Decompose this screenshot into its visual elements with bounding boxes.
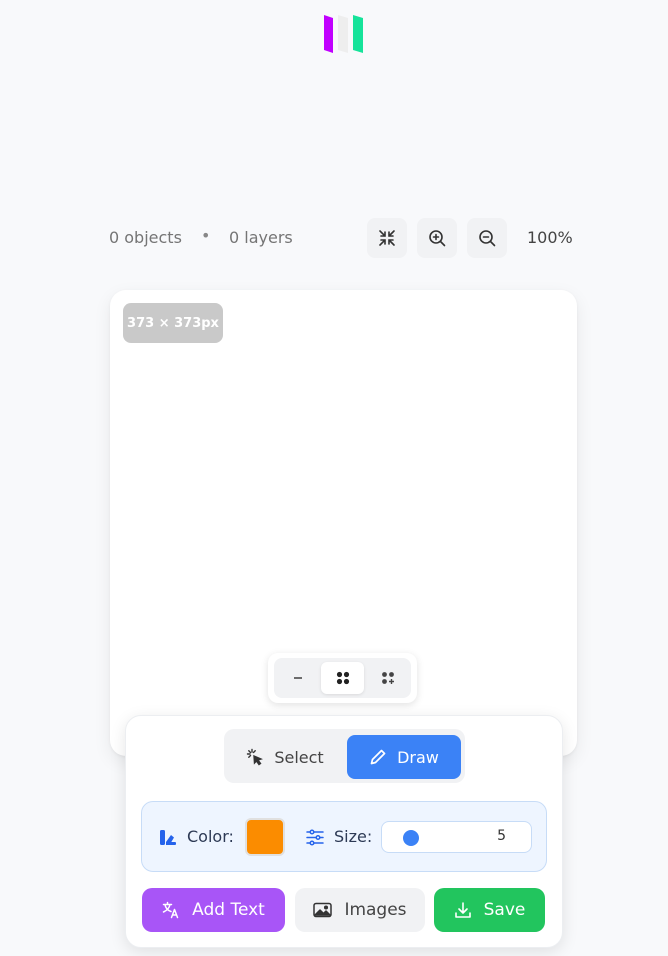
palette-icon bbox=[160, 830, 176, 845]
zoom-out-icon bbox=[479, 230, 496, 247]
zoom-in-button[interactable] bbox=[417, 218, 457, 258]
select-mode-label: Select bbox=[274, 747, 324, 767]
draw-mode-button[interactable]: Draw bbox=[347, 735, 461, 779]
drawing-toolbar: Select Draw Color: Size: 5 Add Text Imag… bbox=[125, 715, 563, 948]
zoom-level: 100% bbox=[527, 228, 573, 247]
size-label: Size: bbox=[334, 827, 373, 846]
canvas-size-badge: 373 × 373px bbox=[123, 303, 223, 343]
color-picker[interactable] bbox=[245, 818, 285, 856]
brush-size-value: 5 bbox=[497, 828, 506, 844]
color-label: Color: bbox=[187, 827, 234, 846]
images-label: Images bbox=[344, 900, 407, 920]
add-text-label: Add Text bbox=[192, 900, 265, 920]
zoom-out-button[interactable] bbox=[467, 218, 507, 258]
pencil-icon bbox=[370, 749, 386, 765]
pointer-click-icon bbox=[247, 748, 264, 766]
dots-grid-icon bbox=[336, 671, 349, 685]
brush-dots-plus-option[interactable] bbox=[366, 662, 409, 694]
add-text-button[interactable]: Add Text bbox=[142, 888, 285, 932]
info-separator: • bbox=[201, 226, 211, 245]
dots-grid-plus-icon bbox=[381, 672, 394, 684]
canvas-info-bar: 0 objects • 0 layers 100% bbox=[0, 218, 668, 258]
brush-properties-panel: Color: Size: 5 bbox=[141, 801, 547, 872]
save-button[interactable]: Save bbox=[434, 888, 545, 932]
download-icon bbox=[454, 902, 471, 918]
zoom-in-icon bbox=[429, 230, 446, 247]
minimize-icon bbox=[379, 230, 395, 246]
select-mode-button[interactable]: Select bbox=[226, 735, 344, 779]
minus-icon bbox=[293, 677, 302, 679]
brush-shape-toggle bbox=[268, 653, 417, 703]
draw-mode-label: Draw bbox=[397, 747, 439, 767]
mode-toggle: Select Draw bbox=[224, 729, 465, 783]
app-logo bbox=[323, 13, 367, 55]
brush-size-slider[interactable]: 5 bbox=[381, 821, 532, 853]
fit-canvas-button[interactable] bbox=[367, 218, 407, 258]
sliders-icon bbox=[306, 829, 324, 846]
layer-count: 0 layers bbox=[229, 228, 293, 247]
translate-icon bbox=[162, 901, 179, 919]
brush-line-option[interactable] bbox=[276, 662, 319, 694]
images-button[interactable]: Images bbox=[295, 888, 425, 932]
image-icon bbox=[313, 902, 333, 918]
brush-dots-option[interactable] bbox=[321, 662, 364, 694]
save-label: Save bbox=[483, 900, 526, 920]
object-count: 0 objects bbox=[109, 228, 182, 247]
slider-thumb[interactable] bbox=[403, 830, 419, 846]
